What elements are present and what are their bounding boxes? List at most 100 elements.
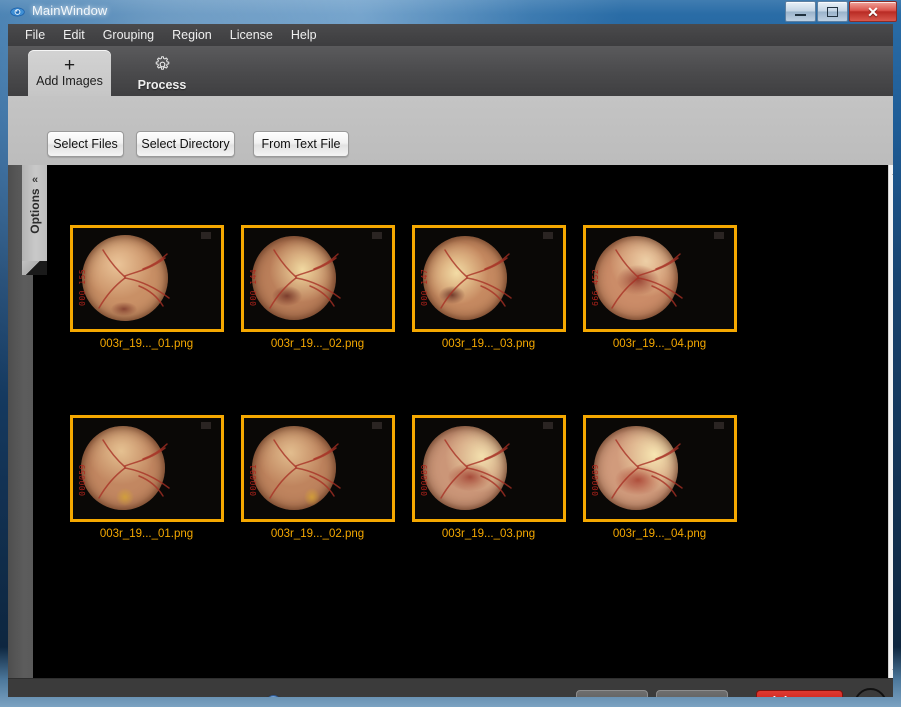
question-mark-icon: ? [865, 696, 875, 697]
thumbnail-image: 000091 [243, 418, 392, 519]
thumbnail-item[interactable]: 000089 [582, 415, 737, 522]
deselect-button[interactable]: Deselect [656, 690, 728, 697]
thumbnail-item[interactable]: 000 144 [240, 225, 395, 332]
retinal-vessels [97, 439, 170, 499]
thumbnail-cell: 000059 003r_19..._01.png [61, 415, 232, 540]
maximize-glyph [827, 6, 838, 17]
retinal-vessels [97, 249, 170, 309]
retinal-vessels [439, 249, 512, 309]
thumbnail-filename: 003r_19..._04.png [612, 338, 707, 350]
select-files-button[interactable]: Select Files [47, 131, 124, 157]
image-notch [542, 232, 553, 239]
thumbnail-cell: 000 155 003r_19..._01.png [61, 225, 232, 350]
image-id-overlay: 000091 [248, 464, 258, 496]
image-id-overlay: 000089 [590, 464, 600, 496]
maximize-button[interactable] [817, 1, 848, 22]
plus-icon: + [63, 54, 76, 76]
canvas-scrollbar[interactable] [888, 165, 893, 678]
image-id-overlay: 000089 [419, 464, 429, 496]
image-notch [371, 422, 382, 429]
select-all-button[interactable]: Select All [576, 690, 648, 697]
retinal-vessels [268, 439, 341, 499]
left-gutter-dark-strip [33, 261, 47, 678]
thumbnail-item[interactable]: 000091 [240, 415, 395, 522]
thumbnail-filename: 003r_19..._02.png [270, 338, 365, 350]
thumbnail-image: 000 144 [243, 228, 392, 329]
image-notch [542, 422, 553, 429]
menu-bar: File Edit Grouping Region License Help [8, 24, 893, 46]
application-window: MainWindow ✕ File Edit Grouping Region L… [0, 0, 901, 707]
window-controls: ✕ [785, 1, 897, 22]
thumbnail-cell: 666 452 003r_19..._04.png [574, 225, 745, 350]
thumbnail-filename: 003r_19..._03.png [441, 528, 536, 540]
minimize-glyph [795, 13, 806, 16]
tab-add-images-label: Add Images [36, 73, 103, 88]
clear-button-label: Clear [795, 696, 826, 697]
thumbnail-item[interactable]: 000089 [411, 415, 566, 522]
thumbnail-image: 000059 [72, 418, 221, 519]
bottom-toolbar: − + Select All Deselect Clear ? [8, 678, 893, 697]
image-id-overlay: 000 147 [419, 268, 429, 306]
menu-item-grouping[interactable]: Grouping [94, 25, 163, 45]
options-panel-toggle[interactable]: Options « [22, 165, 48, 275]
image-canvas[interactable]: 000 155 003r_19..._01.png 000 144 003r_19..… [47, 165, 888, 678]
close-icon: ✕ [867, 3, 879, 20]
retinal-vessels [268, 249, 341, 309]
retinal-vessels [439, 439, 512, 499]
thumbnail-cell: 000089 003r_19..._04.png [574, 415, 745, 540]
options-panel-label: Options [27, 188, 42, 234]
image-id-overlay: 000 144 [248, 268, 258, 306]
zoom-out-icon[interactable]: − [222, 694, 232, 697]
image-notch [200, 232, 211, 239]
image-notch [713, 422, 724, 429]
thumbnail-filename: 003r_19..._01.png [99, 338, 194, 350]
menu-item-file[interactable]: File [16, 25, 54, 45]
thumbnail-filename: 003r_19..._03.png [441, 338, 536, 350]
eye-icon [10, 7, 25, 17]
thumbnail-filename: 003r_19..._02.png [270, 528, 365, 540]
zoom-in-icon[interactable]: + [372, 694, 382, 697]
thumbnail-cell: 000 144 003r_19..._02.png [232, 225, 403, 350]
tab-process[interactable]: Process [123, 50, 201, 96]
thumbnail-size-slider[interactable]: − + [222, 690, 382, 697]
image-notch [713, 232, 724, 239]
thumbnail-filename: 003r_19..._01.png [99, 528, 194, 540]
thumbnail-cell: 000091 003r_19..._02.png [232, 415, 403, 540]
thumbnail-cell: 000 147 003r_19..._03.png [403, 225, 574, 350]
scroll-down-icon[interactable] [889, 664, 893, 678]
menu-item-license[interactable]: License [221, 25, 282, 45]
image-id-overlay: 000059 [77, 464, 87, 496]
thumbnail-image: 666 452 [585, 228, 734, 329]
thumbnail-cell: 000089 003r_19..._03.png [403, 415, 574, 540]
thumbnail-image: 000089 [585, 418, 734, 519]
retinal-vessels [610, 439, 683, 499]
thumbnail-item[interactable]: 000059 [69, 415, 224, 522]
help-button[interactable]: ? [854, 688, 887, 697]
client-area: File Edit Grouping Region License Help +… [8, 24, 893, 697]
menu-item-edit[interactable]: Edit [54, 25, 94, 45]
thumbnail-item[interactable]: 000 155 [69, 225, 224, 332]
clear-button[interactable]: Clear [756, 690, 843, 697]
thumbnail-grid: 000 155 003r_19..._01.png 000 144 003r_19..… [47, 165, 888, 678]
image-notch [200, 422, 211, 429]
menu-item-help[interactable]: Help [282, 25, 326, 45]
minimize-button[interactable] [785, 1, 816, 22]
from-text-file-button[interactable]: From Text File [253, 131, 349, 157]
thumbnail-image: 000089 [414, 418, 563, 519]
clear-x-icon [773, 696, 788, 697]
image-notch [371, 232, 382, 239]
tab-add-images[interactable]: + Add Images [28, 50, 111, 96]
slider-handle[interactable] [264, 695, 282, 697]
close-button[interactable]: ✕ [849, 1, 897, 22]
scroll-up-icon[interactable] [889, 165, 893, 179]
window-title: MainWindow [32, 3, 108, 18]
gear-icon [155, 55, 169, 70]
menu-item-region[interactable]: Region [163, 25, 221, 45]
thumbnail-item[interactable]: 666 452 [582, 225, 737, 332]
options-panel-label-group: Options « [22, 168, 47, 243]
thumbnail-item[interactable]: 000 147 [411, 225, 566, 332]
thumbnail-image: 000 147 [414, 228, 563, 329]
select-directory-button[interactable]: Select Directory [136, 131, 235, 157]
tab-process-label: Process [137, 77, 187, 92]
tab-strip: + Add Images Process Retinal Montage Seq [8, 46, 893, 128]
